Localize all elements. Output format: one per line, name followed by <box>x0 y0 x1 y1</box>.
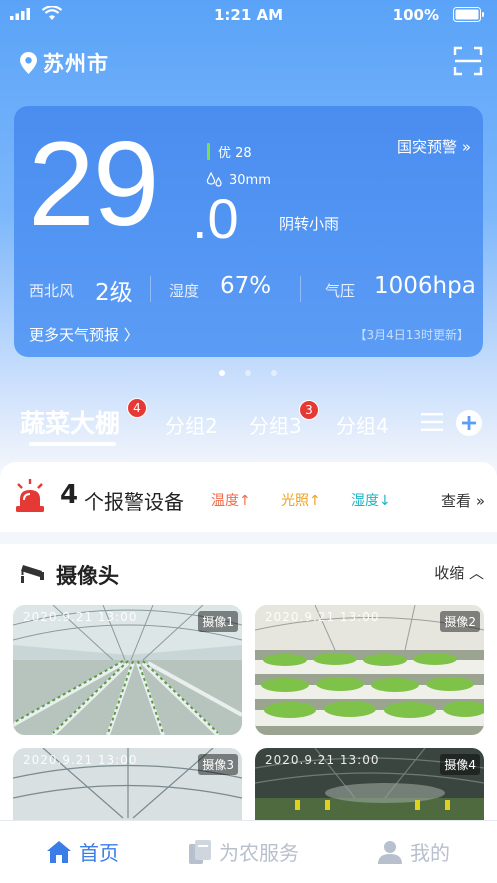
alarm-summary-card[interactable]: 4 个报警设备 温度↑ 光照↑ 湿度↓ 查看 » <box>0 462 497 532</box>
temperature-decimal: .0 <box>192 187 239 250</box>
camera-name: 摄像1 <box>198 611 238 632</box>
humidity-label: 湿度 <box>169 282 200 300</box>
carousel-dot[interactable] <box>271 370 277 376</box>
user-icon <box>378 840 402 864</box>
pressure-value: 1006hpa <box>374 273 476 299</box>
weather-card[interactable]: 29 .0 优 28 30mm 阴转小雨 国突预警 » 西北风 2级 湿度 67… <box>14 106 483 357</box>
humidity-value: 67% <box>220 273 272 299</box>
aqi-indicator-bar <box>207 143 210 160</box>
camera-timestamp: 2020.9.21 13:00 <box>265 753 380 767</box>
rainfall: 30mm <box>206 172 271 188</box>
tabbar-label: 我的 <box>410 841 450 865</box>
pressure-label: 气压 <box>325 282 356 300</box>
tabbar-item-mine[interactable]: 我的 <box>378 837 450 866</box>
location-pin-icon <box>20 52 37 74</box>
alarm-light: 光照↑ <box>281 493 321 509</box>
collapse-button[interactable]: 收缩 ︿ <box>434 562 484 583</box>
more-forecast-link[interactable]: 更多天气预报 〉 <box>29 324 139 345</box>
temperature-integer: 29 <box>28 117 159 251</box>
carousel-dots <box>0 370 497 378</box>
view-alarms-link[interactable]: 查看 » <box>441 490 485 511</box>
wind-value: 2级 <box>95 280 133 306</box>
tab-group3[interactable]: 分组3 <box>249 410 302 439</box>
camera-name: 摄像4 <box>440 754 480 775</box>
tab-group4[interactable]: 分组4 <box>336 410 389 439</box>
tabbar-label: 首页 <box>79 841 119 865</box>
camera-feed-4[interactable]: 2020.9.21 13:00 摄像4 <box>255 748 484 820</box>
wind-label: 西北风 <box>29 282 75 300</box>
tabbar-label: 为农服务 <box>219 841 299 865</box>
aqi-value: 优 28 <box>218 146 252 161</box>
weather-condition: 阴转小雨 <box>279 215 340 233</box>
tabbar-item-farm-service[interactable]: 为农服务 <box>189 837 299 866</box>
battery-percent: 100% <box>392 6 439 24</box>
camera-feed-3[interactable]: 2020.9.21 13:00 摄像3 <box>13 748 242 820</box>
tab-vegetable-greenhouse[interactable]: 蔬菜大棚 <box>20 404 120 440</box>
camera-feed-1[interactable]: 2020.9.21 13:00 摄像1 <box>13 605 242 735</box>
camera-name: 摄像3 <box>198 754 238 775</box>
national-warning-link[interactable]: 国突预警 » <box>397 136 471 157</box>
tabbar-item-home[interactable]: 首页 <box>47 837 119 866</box>
update-time: 【3月4日13时更新】 <box>354 328 469 342</box>
alarm-label: 个报警设备 <box>84 490 184 514</box>
carousel-dot-active[interactable] <box>219 370 225 376</box>
tab-badge: 3 <box>299 400 319 420</box>
tab-badge: 4 <box>127 398 147 418</box>
camera-name: 摄像2 <box>440 611 480 632</box>
active-tab-indicator <box>29 442 116 446</box>
weather-stats: 西北风 2级 湿度 67% 气压 1006hpa <box>14 269 483 309</box>
rainfall-value: 30mm <box>229 172 271 188</box>
stat-divider <box>300 276 301 302</box>
stat-divider <box>150 276 151 302</box>
alarm-count: 4 <box>60 480 79 510</box>
camera-timestamp: 2020.9.21 13:00 <box>23 610 138 624</box>
alarm-humidity: 湿度↓ <box>351 493 391 509</box>
home-icon <box>47 840 71 863</box>
menu-icon[interactable] <box>421 412 443 432</box>
raindrop-icon <box>206 172 222 187</box>
add-icon[interactable] <box>455 409 483 437</box>
location-selector[interactable]: 苏州市 <box>20 48 109 78</box>
camera-feed-2[interactable]: 2020.9.21 13:00 摄像2 <box>255 605 484 735</box>
camera-timestamp: 2020.9.21 13:00 <box>23 753 138 767</box>
alarm-siren-icon <box>16 479 44 512</box>
scan-icon[interactable] <box>453 46 483 76</box>
bottom-tab-bar: 首页 为农服务 我的 <box>0 820 497 883</box>
battery-icon <box>453 7 484 22</box>
camera-timestamp: 2020.9.21 13:00 <box>265 610 380 624</box>
city-name: 苏州市 <box>43 52 109 76</box>
group-tabs: 蔬菜大棚 4 分组2 分组3 3 分组4 <box>0 398 497 450</box>
cctv-camera-icon <box>21 565 44 583</box>
camera-section-title: 摄像头 <box>56 564 119 588</box>
carousel-dot[interactable] <box>245 370 251 376</box>
camera-section: 摄像头 收缩 ︿ 2020.9.21 13:00 摄像1 2020.9.21 1… <box>0 544 497 820</box>
alarm-temperature: 温度↑ <box>211 493 251 509</box>
tab-group2[interactable]: 分组2 <box>165 410 218 439</box>
book-icon <box>189 839 211 864</box>
status-bar: 1:21 AM 100% <box>0 0 497 30</box>
air-quality: 优 28 <box>207 142 252 161</box>
